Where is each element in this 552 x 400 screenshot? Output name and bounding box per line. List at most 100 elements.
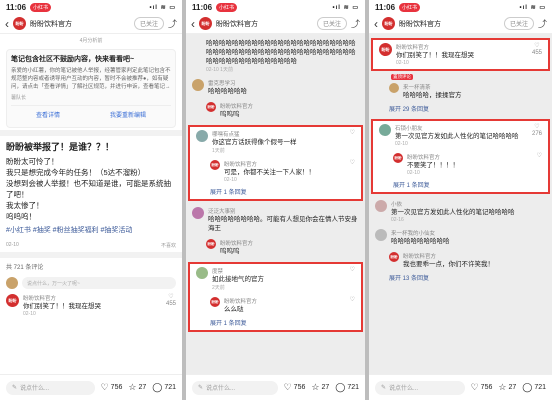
commenter-avatar: 盼盼 xyxy=(206,102,216,112)
comment-total: 721 xyxy=(534,384,546,391)
not-interested-button[interactable]: 不喜欢 xyxy=(161,242,176,249)
comment-button[interactable]: ◯ 721 xyxy=(152,382,176,393)
comment-icon: ◯ xyxy=(152,382,163,392)
commenter-name[interactable]: 盼盼饮料官方 xyxy=(23,294,176,302)
comment-button[interactable]: ◯ 721 xyxy=(335,382,359,393)
view-detail-button[interactable]: 查看详情 xyxy=(36,110,60,119)
comments-area: 哈哈哈哈哈哈哈哈哈哈哈哈哈哈哈哈哈哈哈哈哈哈哈哈哈哈哈哈哈哈哈哈哈哈哈哈哈哈哈哈… xyxy=(186,34,365,380)
comment-text: 哈哈哈哈哈哈 xyxy=(208,88,247,95)
reply-item: 盼盼 盼盼饮料官方 可是，你都不关注一下人家！！ 02-10 ♡ xyxy=(190,157,361,186)
comments-area: 盼盼 盼盼饮料官方 你们别笑了！！我现在想哭 02-10 ♡ 455 置顶评论 来… xyxy=(369,34,552,380)
comment-like-button[interactable]: ♡ 276 xyxy=(532,124,542,138)
comment-like-button[interactable]: ♡ 455 xyxy=(532,43,542,57)
commenter-name[interactable]: 泛泛大事别 xyxy=(208,207,359,215)
collect-button[interactable]: ☆ 27 xyxy=(128,382,146,393)
violation-notice: 笔记包含社区不鼓励内容，快来看看吧~ 亲爱的小红薯，你的笔记被他人举报，经薯管家… xyxy=(6,49,176,128)
like-button[interactable]: ♡ 756 xyxy=(284,382,306,393)
commenter-name[interactable]: 来一杯清茶 xyxy=(403,83,546,91)
like-count: 455 xyxy=(531,50,542,56)
commenter-name[interactable]: 盼盼饮料官方 xyxy=(403,252,546,260)
follow-button[interactable]: 已关注 xyxy=(316,17,347,30)
star-icon: ☆ xyxy=(311,382,320,392)
commenter-name[interactable]: 盼盼饮料官方 xyxy=(224,160,355,168)
commenter-name[interactable]: 石锁小朋友 xyxy=(395,124,542,132)
commenter-name[interactable]: 盼盼饮料官方 xyxy=(407,153,542,161)
like-button[interactable]: ♡ 756 xyxy=(471,382,493,393)
account-avatar[interactable]: 盼盼 xyxy=(13,17,26,30)
like-total: 756 xyxy=(293,384,306,391)
follow-button[interactable]: 已关注 xyxy=(133,17,164,30)
share-icon[interactable]: ⤴ xyxy=(351,17,360,30)
bottom-action-bar: ✎ 说点什么... ♡ 756 ☆ 27 ◯ 721 xyxy=(0,374,182,400)
expand-replies-link[interactable]: 展开 29 条回复 xyxy=(369,103,552,116)
comment-input[interactable]: 说点什么，万一火了呢~ xyxy=(22,277,176,289)
back-icon[interactable]: ‹ xyxy=(374,17,378,31)
comment-like-button[interactable]: ♡ xyxy=(350,297,355,304)
status-time: 11:06 xyxy=(192,2,213,12)
commenter-name[interactable]: 雷克思学习 xyxy=(208,79,359,87)
comment-date: 02-10 xyxy=(224,177,237,183)
say-something-input[interactable]: ✎ 说点什么... xyxy=(192,380,278,395)
collect-button[interactable]: ☆ 27 xyxy=(498,382,516,393)
expand-replies-link[interactable]: 展开 1 条回复 xyxy=(373,179,548,192)
note-header: ‹ 盼盼 盼盼饮料官方 已关注 ⤴ xyxy=(0,14,182,34)
commenter-name[interactable]: 盼盼饮料官方 xyxy=(220,102,359,110)
commenter-name[interactable]: 来一杯我的小仙女 xyxy=(391,229,546,237)
say-something-input[interactable]: ✎ 说点什么... xyxy=(375,380,465,395)
comment-icon: ◯ xyxy=(335,382,346,392)
re-edit-button[interactable]: 我要重新编辑 xyxy=(110,110,146,119)
account-name[interactable]: 盼盼饮料官方 xyxy=(216,19,258,29)
comment-input-row: 说点什么，万一火了呢~ xyxy=(0,275,182,291)
comment-text: 我也要乖一点，你们不许笑我！ xyxy=(403,261,494,268)
commenter-name[interactable]: 盼盼饮料官方 xyxy=(224,297,355,305)
expand-replies-link[interactable]: 展开 1 条回复 xyxy=(190,317,361,330)
account-avatar[interactable]: 盼盼 xyxy=(199,17,212,30)
phone-screen-note: 11:06 小红书 •ıl ≋ ▭ ‹ 盼盼 盼盼饮料官方 已关注 ⤴ 4月分析… xyxy=(0,0,182,400)
commenter-avatar: 盼盼 xyxy=(210,297,220,307)
share-icon[interactable]: ⤴ xyxy=(168,17,177,30)
collect-total: 27 xyxy=(321,384,330,391)
note-line: 我只是想完成今年的任务！（5达不溜粉） xyxy=(6,168,146,177)
expand-replies-link[interactable]: 展开 1 条回复 xyxy=(190,186,361,199)
comment-like-button[interactable]: ♡ 455 xyxy=(166,294,176,308)
comment-button[interactable]: ◯ 721 xyxy=(522,382,546,393)
comment-item: 小依 第一次见官方发如此人性化的笔记哈哈哈哈 02-16 xyxy=(369,197,552,226)
comment-text: 哈哈哈哈哈哈哈哈哈哈哈哈哈哈哈哈哈哈哈哈哈哈哈哈哈哈哈哈哈哈哈哈哈哈哈哈哈哈哈哈… xyxy=(206,40,356,65)
commenter-avatar: 盼盼 xyxy=(393,153,403,163)
comment-date: 02-10 xyxy=(395,141,408,147)
edit-icon: ✎ xyxy=(198,385,204,391)
like-button[interactable]: ♡ 756 xyxy=(101,382,123,393)
comment-like-button[interactable]: ♡ xyxy=(350,130,355,137)
comment-item: 来一杯我的小仙女 哈哈哈哈哈哈哈哈哈 xyxy=(369,226,552,249)
back-icon[interactable]: ‹ xyxy=(5,17,9,31)
commenter-name[interactable]: 盼盼饮料官方 xyxy=(396,43,542,51)
comment-date: 02-10 xyxy=(23,311,36,317)
account-name[interactable]: 盼盼饮料官方 xyxy=(399,19,441,29)
commenter-avatar: 盼盼 xyxy=(210,160,220,170)
note-line: 呜呜呜！ xyxy=(6,212,36,221)
commenter-name[interactable]: 度禁 xyxy=(212,267,355,275)
comment-date: 02-10 xyxy=(396,60,409,66)
collect-button[interactable]: ☆ 27 xyxy=(311,382,329,393)
commenter-name[interactable]: 哪嘿有点猛 xyxy=(212,130,355,138)
signal-icon: •ıl ≋ ▭ xyxy=(519,4,546,11)
say-something-input[interactable]: ✎ 说点什么... xyxy=(6,380,95,395)
share-icon[interactable]: ⤴ xyxy=(538,17,547,30)
comment-like-button[interactable]: ♡ xyxy=(537,153,542,160)
status-time: 11:06 xyxy=(6,2,27,12)
account-name[interactable]: 盼盼饮料官方 xyxy=(30,19,72,29)
expand-replies-link[interactable]: 展开 13 条回复 xyxy=(369,272,552,285)
note-line: 我太惨了！ xyxy=(6,201,44,210)
comment-date: 2天前 xyxy=(212,285,225,291)
back-icon[interactable]: ‹ xyxy=(191,17,195,31)
reply-item: 盼盼 盼盼饮料官方 么么哒 ♡ xyxy=(190,294,361,317)
commenter-avatar xyxy=(375,200,387,212)
commenter-name[interactable]: 小依 xyxy=(391,200,546,208)
comment-like-button[interactable]: ♡ xyxy=(350,267,355,274)
account-avatar[interactable]: 盼盼 xyxy=(382,17,395,30)
comment-like-button[interactable]: ♡ xyxy=(350,160,355,167)
follow-button[interactable]: 已关注 xyxy=(503,17,534,30)
note-tags[interactable]: #小红书 #抽奖 #粉丝抽奖福利 #抽奖活动 xyxy=(6,225,176,235)
commenter-name[interactable]: 盼盼饮料官方 xyxy=(220,239,359,247)
comment-count: 共 721 条评论 xyxy=(0,252,182,275)
